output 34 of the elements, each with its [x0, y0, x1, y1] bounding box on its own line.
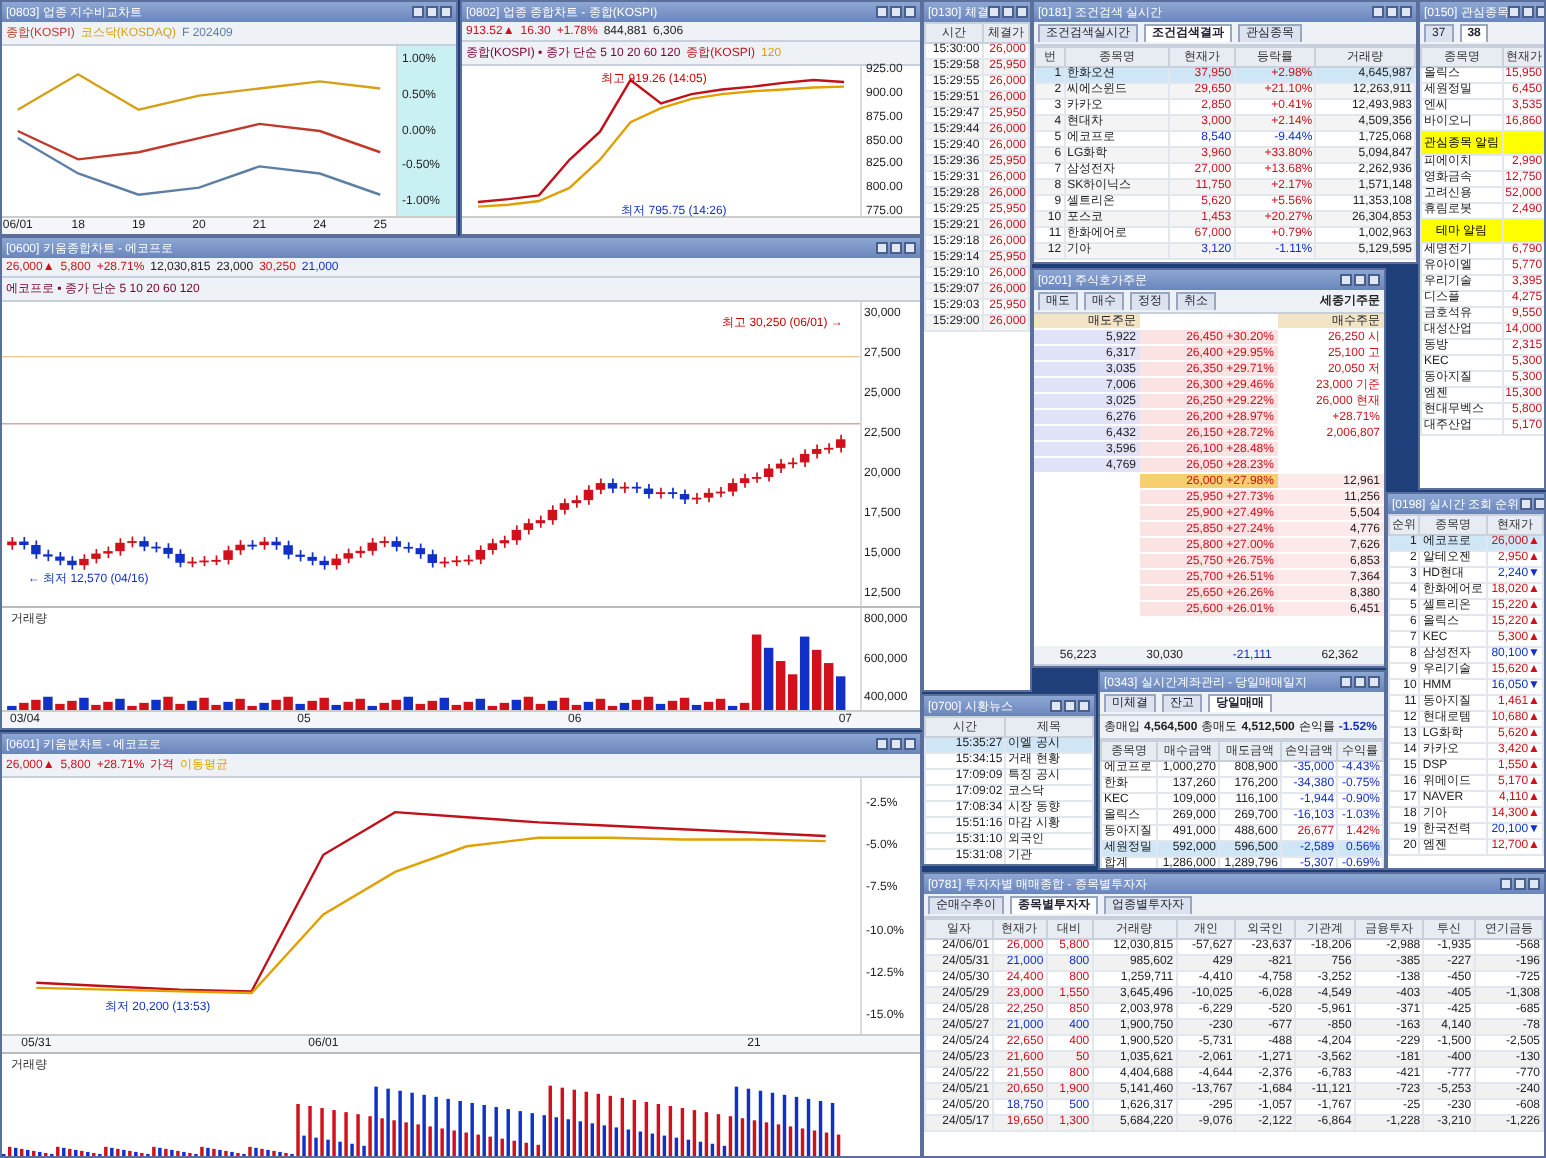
minimize-icon[interactable]	[1050, 700, 1062, 712]
maximize-icon[interactable]	[1354, 274, 1366, 286]
maximize-icon[interactable]	[1386, 6, 1398, 18]
maximize-icon[interactable]	[1522, 6, 1535, 18]
maximize-icon[interactable]	[1064, 700, 1076, 712]
minimize-icon[interactable]	[1500, 878, 1512, 890]
close-icon[interactable]	[1528, 878, 1540, 890]
minimize-icon[interactable]	[876, 6, 888, 18]
minimize-icon[interactable]	[1340, 676, 1352, 688]
maximize-icon[interactable]	[890, 738, 902, 750]
close-icon[interactable]	[1368, 274, 1380, 286]
minimize-icon[interactable]	[988, 6, 1001, 18]
minimize-icon[interactable]	[412, 6, 424, 18]
maximize-icon[interactable]	[426, 6, 438, 18]
close-icon[interactable]	[1078, 700, 1090, 712]
close-icon[interactable]	[904, 242, 916, 254]
minimize-icon[interactable]	[1372, 6, 1384, 18]
maximize-icon[interactable]	[1002, 6, 1015, 18]
close-icon[interactable]	[1400, 6, 1412, 18]
maximize-icon[interactable]	[890, 242, 902, 254]
maximize-icon[interactable]	[1533, 498, 1544, 510]
minimize-icon[interactable]	[876, 738, 888, 750]
close-icon[interactable]	[1016, 6, 1029, 18]
maximize-icon[interactable]	[890, 6, 902, 18]
minimize-icon[interactable]	[876, 242, 888, 254]
close-icon[interactable]	[1368, 676, 1380, 688]
minimize-icon[interactable]	[1340, 274, 1352, 286]
minimize-icon[interactable]	[1519, 498, 1532, 510]
minimize-icon[interactable]	[1508, 6, 1521, 18]
maximize-icon[interactable]	[1354, 676, 1366, 688]
close-icon[interactable]	[904, 738, 916, 750]
close-icon[interactable]	[904, 6, 916, 18]
maximize-icon[interactable]	[1514, 878, 1526, 890]
close-icon[interactable]	[440, 6, 452, 18]
